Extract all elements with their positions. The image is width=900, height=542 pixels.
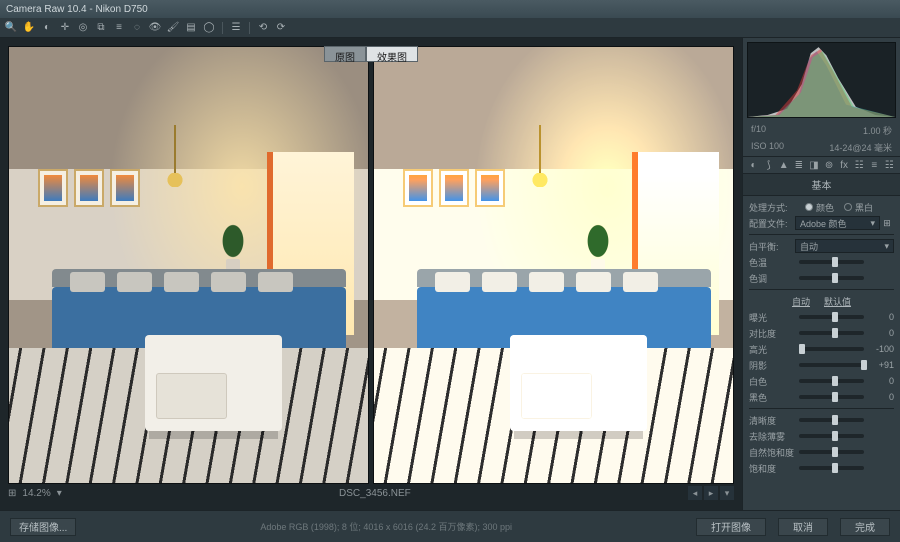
vibrance-slider[interactable] [799, 450, 864, 454]
wb-label: 白平衡: [749, 240, 795, 253]
preview-before[interactable] [8, 46, 369, 484]
treatment-label: 处理方式: [749, 201, 795, 214]
highlights-slider[interactable] [799, 347, 864, 351]
window-title: Camera Raw 10.4 - Nikon D750 [6, 4, 148, 15]
meta-lens: 14-24@24 毫米 [829, 141, 892, 154]
target-adjust-icon[interactable]: ◎ [76, 21, 90, 35]
titlebar: Camera Raw 10.4 - Nikon D750 [0, 0, 900, 18]
tab-fx-icon[interactable]: fx [838, 158, 851, 172]
shadows-slider[interactable] [799, 363, 864, 367]
profile-grid-icon[interactable]: ⊞ [880, 218, 894, 229]
histogram[interactable] [747, 42, 896, 118]
panel-tabs: ◐ ⟆ ▲ ≣ ◨ ⊚ fx ☷ ≡ ☷ [743, 156, 900, 174]
basic-panel: 处理方式: 颜色 黑白 配置文件: Adobe 颜色▾ ⊞ 白平衡: 自动▾ 色… [743, 196, 900, 510]
crop-icon[interactable]: ⧉ [94, 21, 108, 35]
panel-title: 基本 [743, 174, 900, 196]
tab-basic-icon[interactable]: ◐ [747, 158, 760, 172]
prefs-icon[interactable]: ☰ [229, 21, 243, 35]
wb-select[interactable]: 自动▾ [795, 239, 894, 253]
meta-iso: ISO 100 [751, 141, 784, 154]
tab-hsl-icon[interactable]: ≣ [792, 158, 805, 172]
toolbar: 🔍 ✋ ◐ ✛ ◎ ⧉ ≡ ◌ 👁 🖌 ▤ ◯ ☰ ⟲ ⟳ [0, 18, 900, 38]
straighten-icon[interactable]: ≡ [112, 21, 126, 35]
brush-icon[interactable]: 🖌 [166, 21, 180, 35]
treatment-bw-radio[interactable]: 黑白 [844, 201, 873, 214]
grid-toggle-icon[interactable]: ⊞ [8, 488, 16, 499]
tab-calib-icon[interactable]: ☷ [853, 158, 866, 172]
save-image-button[interactable]: 存储图像... [10, 518, 76, 536]
whites-slider[interactable] [799, 379, 864, 383]
tab-detail-icon[interactable]: ▲ [777, 158, 790, 172]
exposure-slider[interactable] [799, 315, 864, 319]
workflow-info[interactable]: Adobe RGB (1998); 8 位; 4016 x 6016 (24.2… [88, 520, 684, 533]
treatment-color-radio[interactable]: 颜色 [805, 201, 834, 214]
tab-lens-icon[interactable]: ⊚ [822, 158, 835, 172]
grad-filter-icon[interactable]: ▤ [184, 21, 198, 35]
clarity-slider[interactable] [799, 418, 864, 422]
nav-menu-icon[interactable]: ▾ [720, 486, 734, 500]
saturation-slider[interactable] [799, 466, 864, 470]
preview-footer: ⊞ 14.2% ▾ DSC_3456.NEF ◂ ▸ ▾ [8, 484, 734, 502]
rotate-right-icon[interactable]: ⟳ [274, 21, 288, 35]
cancel-button[interactable]: 取消 [778, 518, 828, 536]
tab-snapshot-icon[interactable]: ☷ [883, 158, 896, 172]
nav-next-icon[interactable]: ▸ [704, 486, 718, 500]
filename-label: DSC_3456.NEF [72, 488, 678, 499]
tab-curve-icon[interactable]: ⟆ [762, 158, 775, 172]
tint-slider[interactable] [799, 276, 864, 280]
default-button[interactable]: 默认值 [824, 295, 851, 308]
done-button[interactable]: 完成 [840, 518, 890, 536]
hand-tool-icon[interactable]: ✋ [22, 21, 36, 35]
open-image-button[interactable]: 打开图像 [696, 518, 766, 536]
tab-after[interactable]: 效果图 [366, 46, 418, 62]
tab-preset-icon[interactable]: ≡ [868, 158, 881, 172]
dehaze-slider[interactable] [799, 434, 864, 438]
rotate-left-icon[interactable]: ⟲ [256, 21, 270, 35]
zoom-tool-icon[interactable]: 🔍 [4, 21, 18, 35]
profile-select[interactable]: Adobe 颜色▾ [795, 216, 880, 230]
profile-label: 配置文件: [749, 217, 795, 230]
side-panel: f/10 1.00 秒 ISO 100 14-24@24 毫米 ◐ ⟆ ▲ ≣ … [742, 38, 900, 510]
preview-pane: 原图 效果图 [0, 38, 742, 510]
tab-split-icon[interactable]: ◨ [807, 158, 820, 172]
preview-tabs: 原图 效果图 [324, 46, 418, 62]
preview-after[interactable] [373, 46, 734, 484]
blacks-slider[interactable] [799, 395, 864, 399]
redeye-icon[interactable]: 👁 [148, 21, 162, 35]
meta-shutter: 1.00 秒 [863, 124, 892, 137]
color-sampler-icon[interactable]: ✛ [58, 21, 72, 35]
zoom-level[interactable]: 14.2% [22, 488, 50, 499]
spot-removal-icon[interactable]: ◌ [130, 21, 144, 35]
bottombar: 存储图像... Adobe RGB (1998); 8 位; 4016 x 60… [0, 510, 900, 542]
white-balance-icon[interactable]: ◐ [40, 21, 54, 35]
temp-slider[interactable] [799, 260, 864, 264]
radial-filter-icon[interactable]: ◯ [202, 21, 216, 35]
tab-before[interactable]: 原图 [324, 46, 366, 62]
zoom-dropdown-icon[interactable]: ▾ [57, 488, 62, 499]
meta-aperture: f/10 [751, 124, 766, 137]
contrast-slider[interactable] [799, 331, 864, 335]
nav-prev-icon[interactable]: ◂ [688, 486, 702, 500]
auto-button[interactable]: 自动 [792, 295, 810, 308]
